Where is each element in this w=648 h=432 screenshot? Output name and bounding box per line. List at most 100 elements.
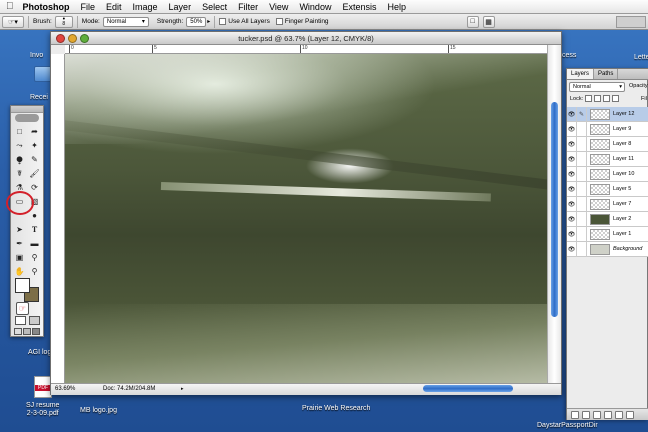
layer-row[interactable]: 👁 Layer 2	[567, 211, 648, 227]
menu-layer[interactable]: Layer	[169, 2, 192, 12]
foreground-color-swatch[interactable]	[15, 278, 30, 293]
smudge-icon[interactable]: ☞	[16, 302, 29, 315]
layer-mask-icon[interactable]	[582, 410, 590, 419]
link-slot[interactable]	[577, 211, 587, 227]
menu-view[interactable]: View	[269, 2, 288, 12]
marquee-icon[interactable]: □	[13, 125, 26, 138]
desktop-label-mb-logo[interactable]: MB logo.jpg	[80, 407, 117, 415]
menu-filter[interactable]: Filter	[238, 2, 258, 12]
desktop-label-sj-resume[interactable]: SJ resume 2-3-09.pdf	[26, 402, 59, 418]
notes-icon[interactable]: ▣	[13, 251, 26, 264]
menu-image[interactable]: Image	[133, 2, 158, 12]
link-slot[interactable]	[577, 136, 587, 152]
minimize-window-button[interactable]	[68, 34, 77, 43]
zoom-icon[interactable]: ⚲	[28, 265, 41, 278]
desktop-label-lette[interactable]: Lette	[634, 54, 648, 62]
eye-icon[interactable]: 👁	[567, 196, 577, 212]
lasso-icon[interactable]: ⤳	[13, 139, 26, 152]
eyedropper-icon[interactable]: ⚲	[28, 251, 41, 264]
palette-well-button[interactable]: ▦	[482, 15, 495, 28]
type-icon[interactable]: T	[28, 223, 41, 236]
eye-icon[interactable]: 👁	[567, 181, 577, 197]
magic-wand-icon[interactable]: ✦	[28, 139, 41, 152]
use-all-layers-checkbox[interactable]	[219, 18, 227, 25]
document-title-bar[interactable]: tucker.psd @ 63.7% (Layer 12, CMYK/8)	[51, 32, 561, 45]
palette-well[interactable]	[616, 16, 646, 28]
status-menu-arrow-icon[interactable]: ▸	[181, 384, 184, 395]
layer-row[interactable]: 👁 ✎ Layer 12	[567, 106, 648, 122]
eye-icon[interactable]: 👁	[567, 226, 577, 242]
path-selection-icon[interactable]: ➤	[13, 223, 26, 236]
link-slot[interactable]	[577, 166, 587, 182]
eye-icon[interactable]: 👁	[567, 166, 577, 182]
fullscreen-menu-icon[interactable]	[23, 328, 31, 335]
history-brush-icon[interactable]: ⟳	[28, 181, 41, 194]
desktop-label-recei[interactable]: Recei	[30, 94, 48, 102]
fullscreen-icon[interactable]	[32, 328, 40, 335]
tab-layers[interactable]: Layers	[567, 69, 595, 79]
layer-row[interactable]: 👁 Layer 7	[567, 196, 648, 212]
file-browser-button[interactable]: □	[466, 15, 479, 28]
desktop-label-invo[interactable]: Invo	[30, 52, 43, 60]
standard-mode-icon[interactable]	[15, 316, 26, 325]
screen-mode-icon[interactable]	[14, 328, 22, 335]
lock-all-icon[interactable]	[612, 95, 619, 102]
eye-icon[interactable]: 👁	[567, 211, 577, 227]
vertical-scroll-thumb[interactable]	[551, 102, 558, 317]
lock-position-icon[interactable]	[603, 95, 610, 102]
shape-icon[interactable]: ▬	[28, 237, 41, 250]
image-canvas[interactable]	[65, 54, 547, 383]
layer-row[interactable]: 👁 Layer 5	[567, 181, 648, 197]
brush-icon[interactable]: ✎	[577, 106, 587, 122]
tool-preset-picker[interactable]: ☞ ▾	[2, 15, 24, 28]
menu-app-name[interactable]: Photoshop	[23, 2, 70, 12]
close-window-button[interactable]	[56, 34, 65, 43]
quick-mask-icon[interactable]	[29, 316, 40, 325]
layer-style-icon[interactable]	[571, 410, 579, 419]
chevron-right-icon[interactable]: ▸	[207, 18, 210, 25]
eye-icon[interactable]: 👁	[567, 241, 577, 257]
eye-icon[interactable]: 👁	[567, 106, 577, 122]
finger-painting-checkbox[interactable]	[275, 18, 283, 25]
desktop-label-prairie-web-research[interactable]: Prairie Web Research	[302, 405, 370, 413]
menu-help[interactable]: Help	[387, 2, 406, 12]
ruler-horizontal[interactable]: 0 5 10 15	[65, 45, 547, 54]
menu-file[interactable]: File	[81, 2, 96, 12]
layer-row[interactable]: 👁 Layer 1	[567, 226, 648, 242]
hand-icon[interactable]: ✋	[13, 265, 26, 278]
zoom-window-button[interactable]	[80, 34, 89, 43]
crop-icon[interactable]: ⧭	[13, 153, 26, 166]
brush-picker[interactable]: • 8	[54, 15, 73, 28]
link-slot[interactable]	[577, 196, 587, 212]
healing-brush-icon[interactable]: ☤	[13, 167, 26, 180]
move-icon[interactable]: ➦	[28, 125, 41, 138]
eye-icon[interactable]: 👁	[567, 136, 577, 152]
layer-row[interactable]: 👁 Layer 8	[567, 136, 648, 152]
new-set-icon[interactable]	[593, 410, 601, 419]
menu-window[interactable]: Window	[299, 2, 331, 12]
link-slot[interactable]	[577, 151, 587, 167]
pen-icon[interactable]: ✒	[13, 237, 26, 250]
strength-input[interactable]: 50%	[186, 16, 207, 27]
eye-icon[interactable]: 👁	[567, 151, 577, 167]
layer-row[interactable]: 👁 Layer 10	[567, 166, 648, 182]
desktop-label-daystar[interactable]: DaystarPassportDir	[537, 422, 598, 430]
zoom-level[interactable]: 63.69%	[55, 384, 75, 395]
brush-icon[interactable]: 🖌	[28, 167, 41, 180]
menu-edit[interactable]: Edit	[106, 2, 122, 12]
trash-icon[interactable]	[626, 410, 634, 419]
lock-pixels-icon[interactable]	[594, 95, 601, 102]
layer-row[interactable]: 👁 Layer 11	[567, 151, 648, 167]
slice-icon[interactable]: ✎	[28, 153, 41, 166]
horizontal-scroll-thumb[interactable]	[423, 385, 513, 392]
toolbox-title-bar[interactable]	[11, 106, 43, 113]
lock-transparency-icon[interactable]	[585, 95, 592, 102]
link-slot[interactable]	[577, 226, 587, 242]
tab-paths[interactable]: Paths	[594, 69, 619, 79]
link-slot[interactable]	[577, 241, 587, 257]
layer-row[interactable]: 👁 Background	[567, 241, 648, 257]
ruler-vertical[interactable]	[51, 54, 65, 386]
adjustment-layer-icon[interactable]	[604, 410, 612, 419]
layer-row[interactable]: 👁 Layer 9	[567, 121, 648, 137]
mode-select[interactable]: Normal ▾	[102, 16, 149, 27]
